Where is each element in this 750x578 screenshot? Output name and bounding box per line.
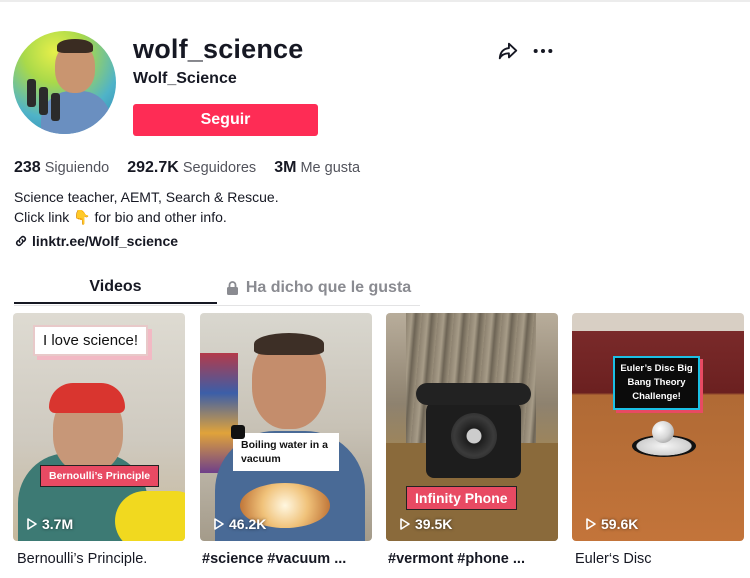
stat-value: 238 [14,159,41,176]
link-icon [15,235,27,247]
view-count: 39.5K [400,516,452,532]
play-icon [400,518,410,530]
video-overlay-text: Euler’s Disc Big Bang Theory Challenge! [613,356,700,410]
bio-link-text: linktr.ee/Wolf_science [32,233,179,249]
tab-label: Videos [89,278,142,295]
bio: Science teacher, AEMT, Search & Rescue. … [14,187,279,227]
nickname: Wolf_Science [133,70,237,87]
stat-following[interactable]: 238 Siguiendo [14,159,109,177]
view-count: 46.2K [214,516,266,532]
video-card[interactable]: I love science! Bernoulli’s Principle 3.… [13,313,185,541]
video-caption[interactable]: Bernoulli’s Principle. [17,551,147,567]
stat-value: 292.7K [127,159,179,176]
video-overlay-text: I love science! [33,325,149,356]
more-icon[interactable] [532,40,554,62]
video-caption[interactable]: #vermont #phone ... [388,551,525,567]
stat-label: Siguiendo [44,160,110,176]
profile-stats: 238 Siguiendo 292.7K Seguidores 3M Me gusta [14,159,374,177]
bio-link[interactable]: linktr.ee/Wolf_science [14,233,178,249]
tab-liked[interactable]: Ha dicho que le gusta [217,272,420,304]
view-count-value: 59.6K [601,516,639,532]
tab-label: Ha dicho que le gusta [245,279,412,296]
video-caption[interactable]: Euler‘s Disc [575,551,652,567]
video-overlay-text: Boiling water in a vacuum [233,433,339,471]
stat-label: Seguidores [182,160,257,176]
avatar-hair [57,39,93,53]
username: wolf_science [133,34,304,64]
avatar-bottle [39,87,48,115]
view-count: 3.7M [27,516,73,532]
stat-followers[interactable]: 292.7K Seguidores [127,159,256,177]
tabs-divider [14,305,420,306]
video-card[interactable]: Euler’s Disc Big Bang Theory Challenge! … [572,313,744,541]
play-icon [214,518,224,530]
thumbnail-shape [115,491,185,541]
avatar-bottle [27,79,36,107]
view-count: 59.6K [586,516,638,532]
play-icon [586,518,596,530]
thumbnail-shape [254,333,324,355]
share-icon[interactable] [497,40,519,62]
avatar-bottle [51,93,60,121]
view-count-value: 3.7M [42,516,74,532]
bio-line: Click link 👇 for bio and other info. [14,207,279,227]
avatar[interactable] [13,31,116,134]
lock-icon [226,281,238,295]
video-card[interactable]: Infinity Phone 39.5K [386,313,558,541]
play-icon [27,518,37,530]
stat-label: Me gusta [300,160,361,176]
video-caption[interactable]: #science #vacuum ... [202,551,346,567]
stat-likes: 3M Me gusta [274,159,360,177]
view-count-value: 46.2K [229,516,267,532]
stat-value: 3M [274,159,297,176]
bio-text: Click link [14,209,70,225]
view-count-value: 39.5K [415,516,453,532]
bio-line: Science teacher, AEMT, Search & Rescue. [14,189,279,205]
top-divider [0,0,750,2]
bio-text: for bio and other info. [94,209,227,225]
video-card[interactable]: Boiling water in a vacuum 46.2K [200,313,372,541]
video-overlay-tag: Bernoulli’s Principle [40,465,160,487]
follow-button[interactable]: Seguir [133,104,318,136]
pointing-down-emoji: 👇 [73,209,91,225]
thumbnail-shape [451,413,497,459]
tab-videos[interactable]: Videos [14,272,217,304]
thumbnail-shape [652,421,674,443]
thumbnail-shape [416,383,531,405]
thumbnail-shape [49,383,125,413]
tiktok-logo-icon [231,425,245,439]
video-overlay-tag: Infinity Phone [406,486,517,510]
